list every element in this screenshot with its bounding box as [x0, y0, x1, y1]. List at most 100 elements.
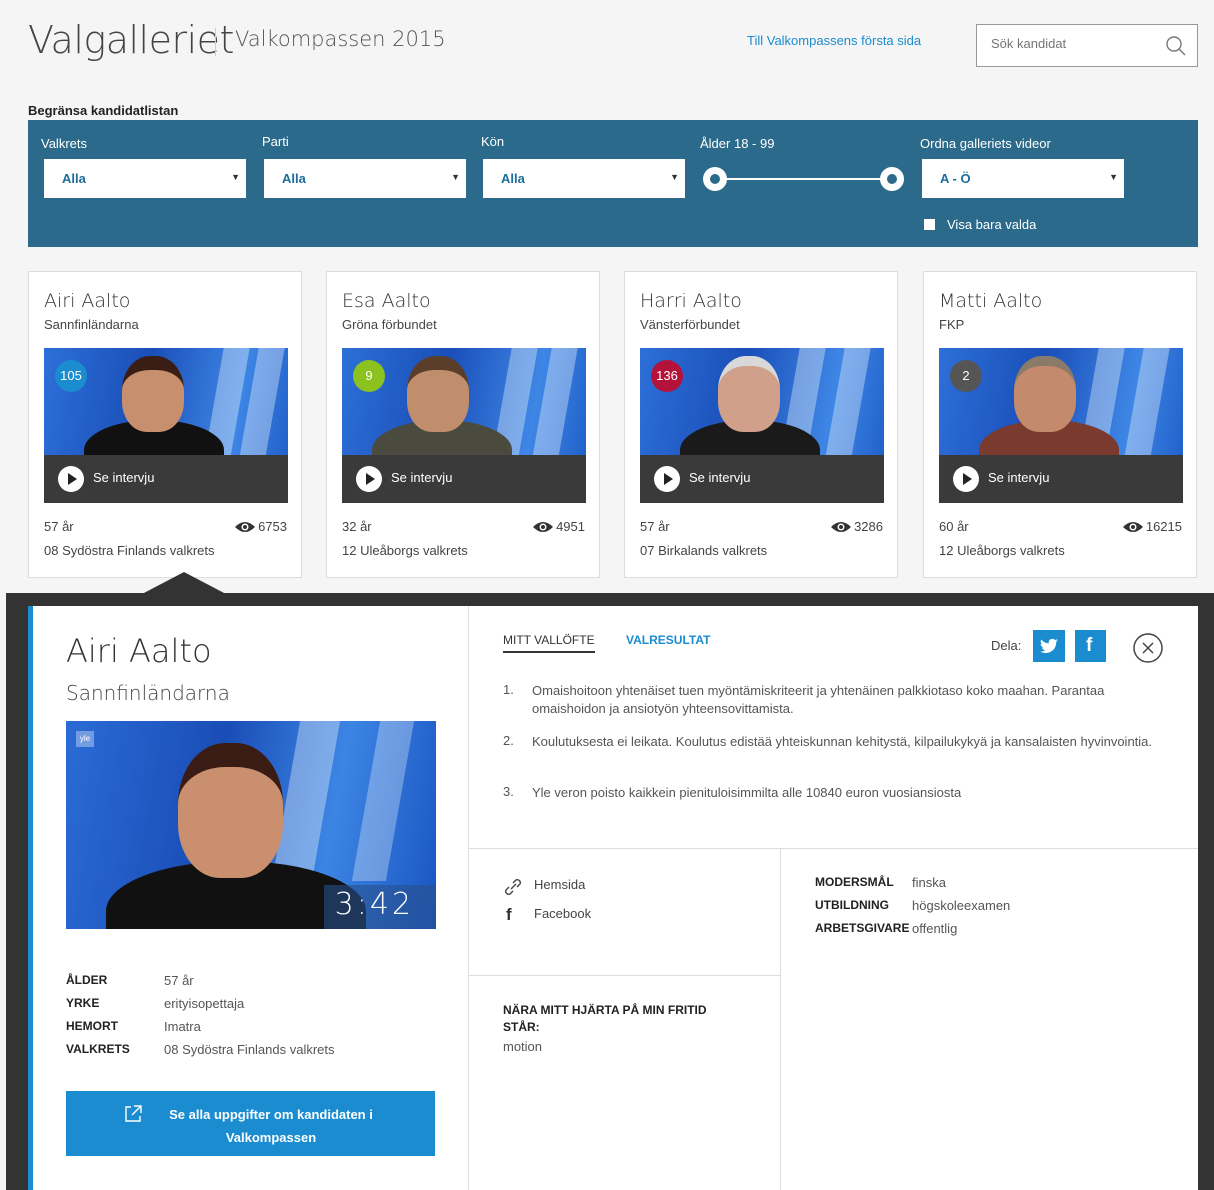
video-duration: 3:42 [334, 887, 414, 922]
watch-interview-label[interactable]: Se intervju [93, 470, 154, 485]
age-label: Ålder 18 - 99 [700, 136, 775, 151]
candidate-party: Vänsterförbundet [640, 317, 740, 332]
close-icon [1133, 633, 1163, 663]
promise-number: 3. [503, 784, 514, 799]
chevron-down-icon: ▼ [1109, 172, 1118, 182]
facebook-icon: f [1086, 635, 1093, 656]
valkrets-select[interactable]: Alla ▼ [44, 159, 246, 198]
candidate-name: Airi Aalto [44, 290, 131, 312]
promise-text: Yle veron poisto kaikkein pienituloisimm… [532, 785, 962, 800]
selection-pointer [142, 572, 226, 594]
candidate-district: 12 Uleåborgs valkrets [939, 543, 1065, 558]
chevron-down-icon: ▼ [670, 172, 679, 182]
filter-heading: Begränsa kandidatlistan [28, 103, 179, 118]
search-box[interactable] [976, 24, 1198, 67]
section-divider [469, 975, 780, 976]
order-value: A - Ö [940, 171, 971, 186]
search-input[interactable] [991, 36, 1161, 51]
candidate-district: 08 Sydöstra Finlands valkrets [44, 543, 215, 558]
candidate-card[interactable]: Harri Aalto Vänsterförbundet Se intervju… [624, 271, 898, 578]
facebook-share-button[interactable]: f [1075, 630, 1106, 662]
candidate-card[interactable]: Matti Aalto FKP Se intervju 2 60 år 1621… [923, 271, 1197, 578]
front-page-link[interactable]: Till Valkompassens första sida [747, 33, 921, 48]
view-count: 4951 [532, 519, 585, 537]
facebook-icon: f [506, 905, 512, 924]
info-value: högskoleexamen [912, 898, 1011, 913]
share-label: Dela: [991, 638, 1022, 653]
search-icon[interactable] [1165, 35, 1187, 62]
candidate-card[interactable]: Esa Aalto Gröna förbundet Se intervju 9 … [326, 271, 600, 578]
view-count: 16215 [1122, 519, 1182, 537]
watch-interview-label[interactable]: Se intervju [391, 470, 452, 485]
detail-video[interactable]: yle 3:42 [66, 721, 436, 929]
view-count-value: 3286 [854, 519, 883, 534]
parti-value: Alla [282, 171, 306, 186]
tab-mitt-vallofte[interactable]: MITT VALLÖFTE [503, 633, 595, 653]
candidate-number-badge: 105 [55, 360, 87, 392]
yle-logo: yle [76, 731, 94, 747]
info-key: UTBILDNING [815, 898, 889, 912]
tab-valresultat[interactable]: VALRESULTAT [626, 633, 710, 647]
candidate-age: 57 år [44, 519, 74, 534]
candidate-thumbnail[interactable]: Se intervju 105 [44, 348, 288, 503]
only-elected-checkbox[interactable] [924, 219, 935, 230]
kon-select[interactable]: Alla ▼ [483, 159, 685, 198]
fact-value: 57 år [164, 973, 194, 988]
kon-label: Kön [481, 134, 505, 149]
candidate-thumbnail[interactable]: Se intervju 9 [342, 348, 586, 503]
candidate-age: 60 år [939, 519, 969, 534]
kon-value: Alla [501, 171, 525, 186]
candidate-card[interactable]: Airi Aalto Sannfinländarna Se intervju 1… [28, 271, 302, 578]
see-all-info-button[interactable]: Se alla uppgifter om kandidaten i Valkom… [66, 1091, 435, 1156]
column-divider [468, 606, 469, 1190]
view-count-value: 16215 [1145, 519, 1182, 534]
candidate-number-badge: 2 [950, 360, 982, 392]
facebook-link[interactable]: Facebook [534, 906, 591, 921]
order-select[interactable]: A - Ö ▼ [922, 159, 1124, 198]
info-value: finska [912, 875, 946, 890]
age-max-handle[interactable] [880, 167, 904, 191]
candidate-party: Gröna förbundet [342, 317, 437, 332]
link-icon [502, 877, 524, 902]
view-count-value: 4951 [556, 519, 585, 534]
candidate-age: 57 år [640, 519, 670, 534]
detail-candidate-name: Airi Aalto [66, 632, 212, 670]
watch-interview-label[interactable]: Se intervju [988, 470, 1049, 485]
hobby-value: motion [503, 1039, 543, 1054]
promise-text: Omaishoitoon yhtenäiset tuen myöntämiskr… [532, 683, 1105, 716]
view-count: 6753 [234, 519, 287, 537]
candidate-party: FKP [939, 317, 965, 332]
play-icon[interactable] [654, 466, 680, 492]
twitter-share-button[interactable] [1033, 630, 1065, 662]
eye-icon [830, 520, 852, 537]
play-icon[interactable] [953, 466, 979, 492]
parti-select[interactable]: Alla ▼ [264, 159, 466, 198]
view-count-value: 6753 [258, 519, 287, 534]
parti-label: Parti [262, 134, 289, 149]
site-title: Valgalleriet [28, 18, 234, 62]
promise-number: 1. [503, 682, 514, 697]
age-min-handle[interactable] [703, 167, 727, 191]
promise-text: Koulutuksesta ei leikata. Koulutus edist… [532, 734, 1153, 749]
candidate-thumbnail[interactable]: Se intervju 136 [640, 348, 884, 503]
watch-interview-label[interactable]: Se intervju [689, 470, 750, 485]
filter-panel: Valkrets Alla ▼ Parti Alla ▼ Kön Alla ▼ … [28, 120, 1198, 247]
promise-number: 2. [503, 733, 514, 748]
age-slider-track[interactable] [716, 178, 892, 180]
candidate-name: Matti Aalto [939, 290, 1043, 312]
candidate-thumbnail[interactable]: Se intervju 2 [939, 348, 1183, 503]
candidate-district: 12 Uleåborgs valkrets [342, 543, 468, 558]
eye-icon [1122, 520, 1144, 537]
play-icon[interactable] [356, 466, 382, 492]
title-divider [215, 28, 216, 56]
close-button[interactable] [1132, 632, 1164, 664]
info-value: offentlig [912, 921, 958, 936]
column-divider [780, 848, 781, 1190]
candidate-name: Esa Aalto [342, 290, 431, 312]
section-divider [469, 848, 1198, 849]
play-icon[interactable] [58, 466, 84, 492]
homepage-link[interactable]: Hemsida [534, 877, 585, 892]
candidate-number-badge: 136 [651, 360, 683, 392]
eye-icon [532, 520, 554, 537]
see-all-info-label: Se alla uppgifter om kandidaten i Valkom… [169, 1107, 373, 1145]
